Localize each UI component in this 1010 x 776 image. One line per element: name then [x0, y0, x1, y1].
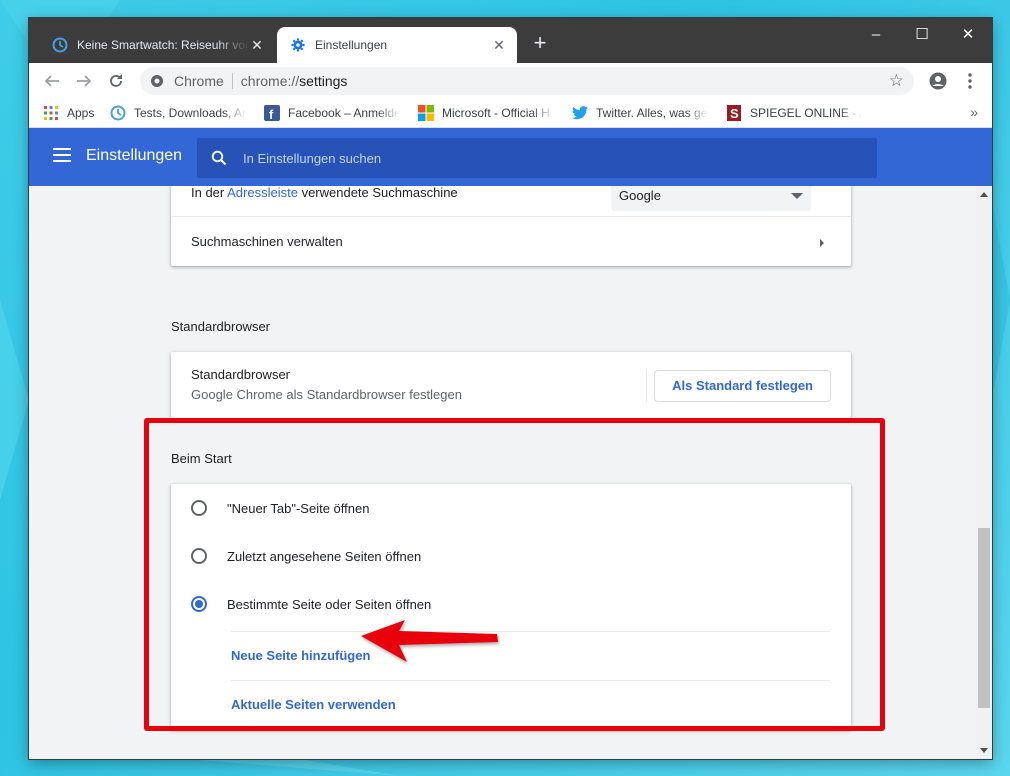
divider — [231, 73, 233, 89]
settings-header: Einstellungen — [29, 128, 992, 186]
spiegel-icon: S — [726, 105, 742, 121]
title-bar: Keine Smartwatch: Reiseuhr von I ✕ Einst… — [29, 18, 992, 63]
menu-button[interactable] — [957, 68, 983, 94]
search-engine-row: In der Adressleiste verwendete Suchmasch… — [191, 186, 831, 211]
search-engine-select[interactable]: Google — [611, 186, 811, 211]
highlight-box — [144, 418, 885, 731]
scroll-down-icon[interactable] — [980, 748, 988, 753]
close-tab-icon[interactable]: ✕ — [491, 37, 507, 53]
clock-icon — [110, 105, 126, 121]
tab-title: Einstellungen — [315, 38, 388, 52]
maximize-button[interactable]: ☐ — [899, 18, 945, 50]
more-bookmarks-button[interactable]: » — [970, 104, 978, 120]
bookmark-tests[interactable]: Tests, Downloads, Anl — [110, 105, 246, 121]
scroll-up-icon[interactable] — [980, 192, 988, 197]
reload-button[interactable] — [103, 68, 129, 94]
row-label: verwendete Suchmaschine — [297, 186, 458, 200]
address-bar[interactable]: Chrome chrome:// settings ☆ — [140, 67, 914, 95]
bookmark-label: Microsoft - Official H — [442, 106, 550, 120]
chevron-right-icon — [819, 236, 825, 251]
profile-button[interactable] — [925, 68, 951, 94]
url-host: settings — [299, 73, 348, 89]
tab-title: Keine Smartwatch: Reiseuhr von I — [77, 38, 249, 52]
svg-text:f: f — [269, 107, 274, 121]
back-button[interactable] — [39, 68, 65, 94]
close-tab-icon[interactable]: ✕ — [249, 37, 265, 53]
section-title-default-browser: Standardbrowser — [171, 319, 270, 334]
bookmark-label: Twitter. Alles, was ger — [596, 106, 708, 120]
selected-value: Google — [619, 188, 661, 203]
bookmark-microsoft[interactable]: Microsoft - Official H — [418, 105, 554, 121]
settings-search[interactable] — [197, 138, 877, 178]
bookmark-label: Tests, Downloads, Anl — [134, 106, 246, 120]
toolbar: Chrome chrome:// settings ☆ — [29, 63, 992, 99]
search-engine-card: In der Adressleiste verwendete Suchmasch… — [171, 186, 851, 266]
scrollbar-thumb[interactable] — [978, 528, 990, 708]
gear-icon — [290, 37, 306, 53]
bookmark-label: SPIEGEL ONLINE - Ak — [750, 106, 862, 120]
close-window-button[interactable]: ✕ — [945, 18, 991, 50]
tab-einstellungen[interactable]: Einstellungen ✕ — [277, 27, 517, 63]
arrow-left-icon — [44, 75, 59, 87]
default-browser-card: Standardbrowser Google Chrome als Standa… — [171, 352, 851, 418]
annotation-arrow-icon — [361, 620, 498, 662]
bookmark-label: Facebook – Anmelden — [288, 106, 400, 120]
minimize-button[interactable]: – — [853, 18, 899, 50]
microsoft-icon — [418, 105, 434, 121]
bookmark-twitter[interactable]: Twitter. Alles, was ger — [572, 105, 708, 121]
more-vert-icon — [968, 73, 972, 89]
new-tab-button[interactable]: + — [529, 32, 551, 55]
browser-window: Keine Smartwatch: Reiseuhr von I ✕ Einst… — [29, 18, 992, 759]
bookmark-spiegel[interactable]: S SPIEGEL ONLINE - Ak — [726, 105, 862, 121]
manage-search-engines-row[interactable]: Suchmaschinen verwalten — [191, 234, 831, 249]
bookmark-facebook[interactable]: f Facebook – Anmelden — [264, 105, 400, 121]
reload-icon — [110, 74, 122, 87]
facebook-icon: f — [264, 105, 280, 121]
search-input[interactable] — [243, 150, 843, 166]
divider — [646, 370, 647, 402]
menu-icon[interactable] — [53, 148, 71, 162]
row-label: In der — [191, 186, 228, 200]
bookmark-label: Apps — [67, 106, 95, 120]
account-icon — [929, 72, 947, 90]
settings-content: In der Adressleiste verwendete Suchmasch… — [29, 186, 976, 759]
bookmark-apps[interactable]: Apps — [43, 105, 94, 121]
set-default-button[interactable]: Als Standard festlegen — [654, 370, 831, 402]
page-title: Einstellungen — [86, 147, 183, 164]
twitter-icon — [572, 105, 588, 121]
clock-icon — [52, 37, 68, 53]
arrow-right-icon — [77, 75, 92, 87]
apps-grid-icon — [43, 105, 59, 121]
chrome-icon — [150, 74, 164, 88]
address-bar-link[interactable]: Adressleiste — [227, 186, 298, 200]
forward-button[interactable] — [71, 68, 97, 94]
tab-reiseuhr[interactable]: Keine Smartwatch: Reiseuhr von I ✕ — [39, 27, 275, 63]
url-scheme: chrome:// — [240, 73, 300, 89]
search-icon — [211, 150, 227, 166]
svg-text:S: S — [730, 106, 739, 121]
divider — [171, 216, 851, 217]
bookmark-star-icon[interactable]: ☆ — [889, 71, 904, 91]
security-label: Chrome — [174, 73, 224, 89]
row-label: Suchmaschinen verwalten — [191, 234, 343, 249]
dropdown-arrow-icon — [791, 193, 803, 199]
scrollbar[interactable] — [976, 186, 992, 759]
bookmarks-bar: Apps Tests, Downloads, Anl f Facebook – … — [29, 99, 992, 128]
